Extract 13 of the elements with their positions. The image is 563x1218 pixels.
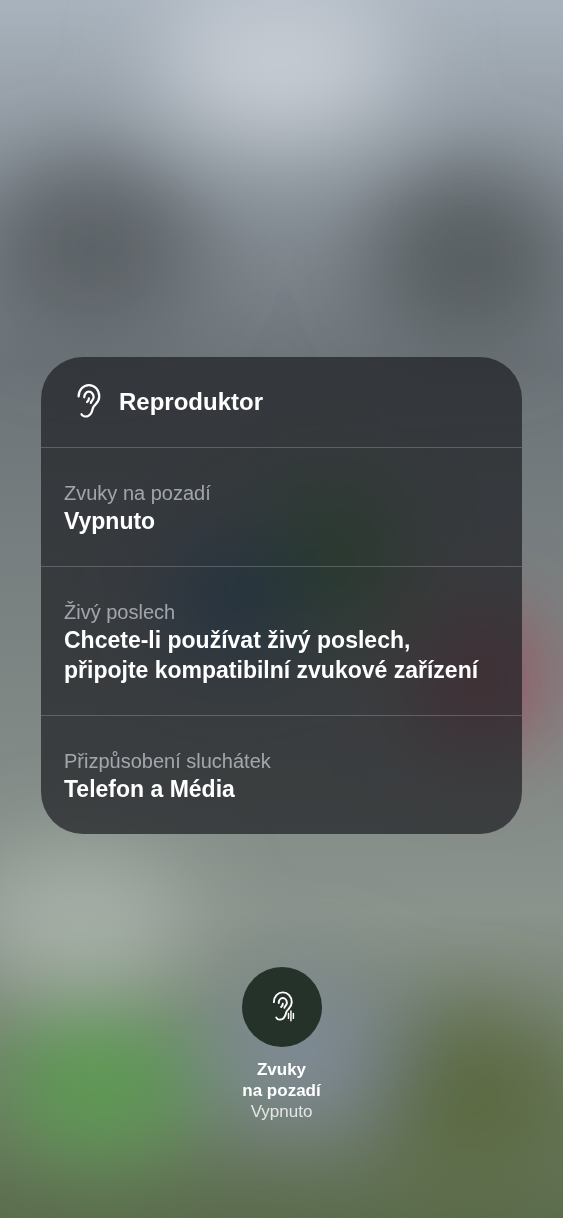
setting-label: Zvuky na pozadí [64,481,212,506]
toggle-label: Zvuky [256,1059,307,1080]
setting-row[interactable]: Přizpůsobení sluchátek Telefon a Média [41,715,522,834]
setting-value: Vypnuto [64,507,157,536]
toggle-label: na pozadí [242,1080,321,1101]
setting-value: Chcete-li používat živý poslech, připojte kompatibilní zvukové zařízení [64,626,480,685]
setting-row[interactable]: Živý poslech Chcete-li používat živý poslech, připojte kompatibilní zvukové zařízení [41,566,522,715]
toggle-status: Vypnuto [250,1101,313,1123]
panel-title: Reproduktor [119,387,263,417]
setting-label: Přizpůsobení sluchátek [64,749,272,774]
setting-value: Telefon a Média [64,775,236,804]
setting-label: Živý poslech [64,600,177,625]
setting-row[interactable]: Zvuky na pozadí Vypnuto [41,447,522,566]
